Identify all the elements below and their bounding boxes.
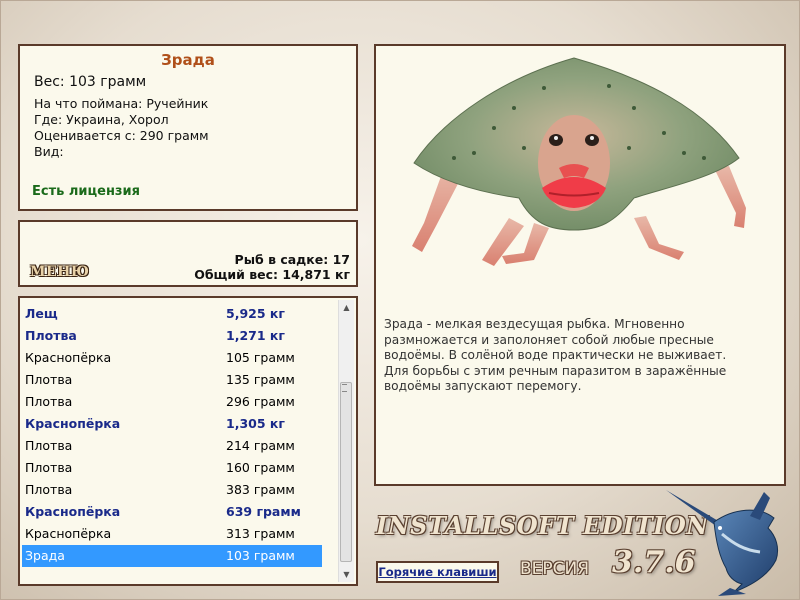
fish-name: Краснопёрка [25,350,112,365]
marlin-logo-icon [666,490,779,596]
fish-list-row[interactable]: Лещ 5,925 кг [22,303,322,325]
fish-name: Плотва [25,460,73,475]
fish-name: Плотва [25,394,73,409]
catch-species: Вид: [34,144,64,159]
license-status: Есть лицензия [32,184,140,199]
fish-description: Зрада - мелкая вездесущая рыбка. Мгновен… [384,317,727,393]
edition-title: INSTALLSOFT EDITION [376,511,709,540]
scroll-thumb[interactable] [340,382,352,562]
fish-list-row[interactable]: Краснопёрка 639 грамм [22,501,322,523]
fish-weight: 103 грамм [226,548,295,563]
menu-button[interactable]: МЕНЮ [30,264,89,280]
scroll-up-arrow-icon[interactable]: ▲ [339,300,354,315]
total-weight: Общий вес: 14,871 кг [194,267,350,282]
batfish-image [412,57,746,266]
fish-weight: 160 грамм [226,460,295,475]
fish-name: Плотва [25,438,73,453]
fish-weight: 5,925 кг [226,306,285,321]
fish-name: Плотва [25,328,77,343]
fish-name: Плотва [25,482,73,497]
fish-count: Рыб в садке: 17 [234,252,350,267]
fish-list-panel: Лещ 5,925 кг Плотва 1,271 кг Краснопёрка 105 … [18,296,358,586]
fish-name: Краснопёрка [25,416,121,431]
fish-weight: 105 грамм [226,350,295,365]
fish-list-row[interactable]: Плотва 1,271 кг [22,325,322,347]
keepnet-stats-panel: МЕНЮ Рыб в садке: 17 Общий вес: 14,871 к… [18,220,358,287]
fish-list-row[interactable]: Плотва 383 грамм [22,479,322,501]
fish-weight: 1,305 кг [226,416,285,431]
fish-weight: 135 грамм [226,372,295,387]
fish-list-row[interactable]: Краснопёрка 313 грамм [22,523,322,545]
catch-info-panel: Зрада Вес: 103 грамм На что поймана: Руч… [18,44,358,211]
fish-weight: 214 грамм [226,438,295,453]
catch-valuation: Оценивается с: 290 грамм [34,128,209,143]
scroll-down-arrow-icon[interactable]: ▼ [339,567,354,582]
fish-list-row[interactable]: Краснопёрка 105 грамм [22,347,322,369]
fish-name: Лещ [25,306,58,321]
fish-list-row[interactable]: Плотва 214 грамм [22,435,322,457]
fish-list-row[interactable]: Плотва 160 грамм [22,457,322,479]
fish-name: Плотва [25,372,73,387]
catch-weight: Вес: 103 грамм [34,74,147,90]
fish-weight: 1,271 кг [226,328,285,343]
fish-detail-panel: Зрада - мелкая вездесущая рыбка. Мгновен… [374,44,786,486]
catch-bait: На что поймана: Ручейник [34,96,209,111]
scroll-grip-icon [342,384,347,392]
version-label: ВЕРСИЯ [520,559,590,579]
fish-name: Краснопёрка [25,504,121,519]
fish-name: Зрада [25,548,65,563]
fish-name: Краснопёрка [25,526,112,541]
fish-weight: 383 грамм [226,482,295,497]
catch-title: Зрада [161,51,215,69]
fish-weight: 296 грамм [226,394,295,409]
fish-weight: 313 грамм [226,526,295,541]
catch-location: Где: Украина, Хорол [34,112,169,127]
list-scrollbar[interactable]: ▲ ▼ [338,300,354,582]
fish-list-row[interactable]: Краснопёрка 1,305 кг [22,413,322,435]
fish-list-row[interactable]: Зрада 103 грамм [22,545,322,567]
fish-list-row[interactable]: Плотва 135 грамм [22,369,322,391]
fish-weight: 639 грамм [226,504,301,519]
fish-list-row[interactable]: Плотва 296 грамм [22,391,322,413]
hotkeys-button[interactable]: Горячие клавиши [376,561,499,583]
